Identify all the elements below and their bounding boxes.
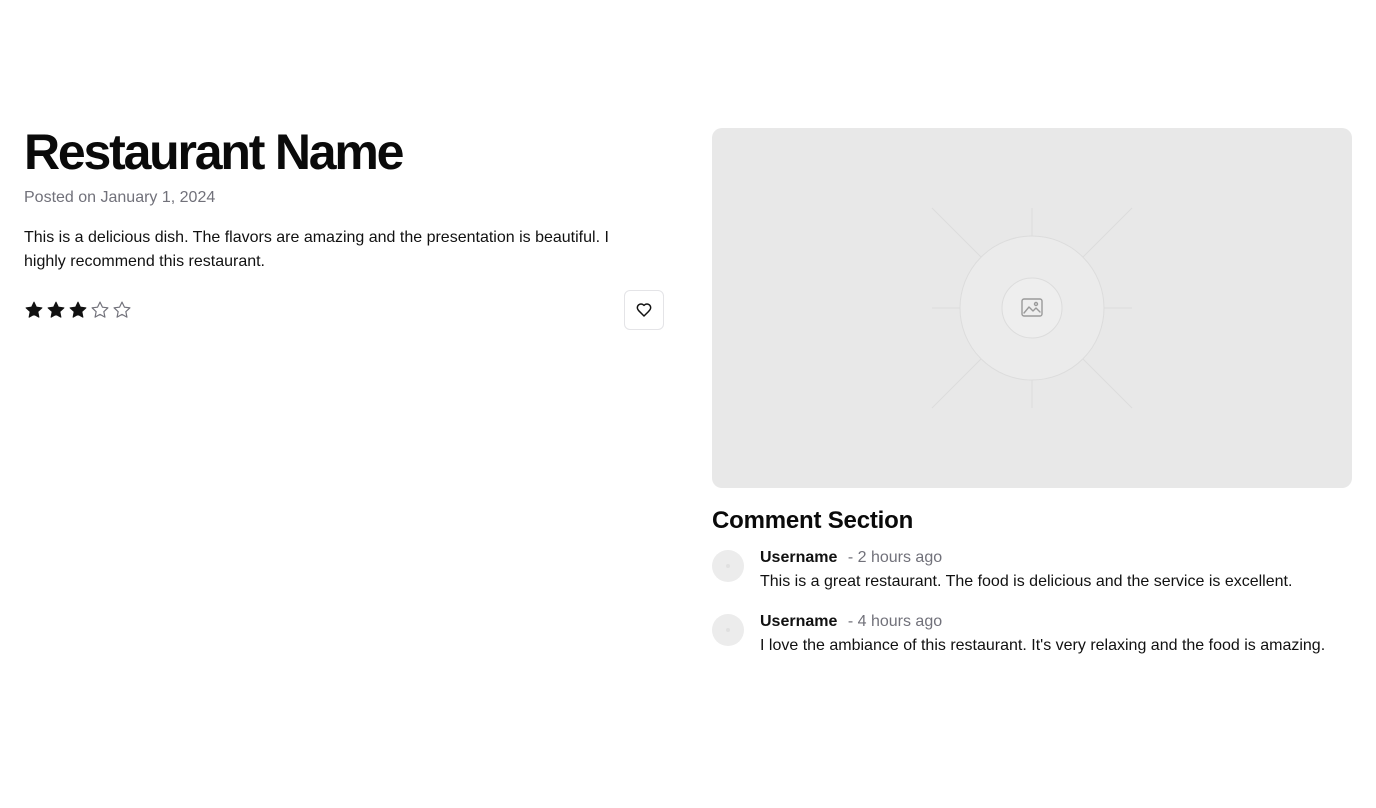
page-title: Restaurant Name xyxy=(24,124,404,180)
comment-time: - 2 hours ago xyxy=(847,549,943,566)
avatar xyxy=(712,550,744,582)
image-placeholder-graphic xyxy=(931,207,1133,409)
star-empty-icon[interactable] xyxy=(112,300,132,320)
post-description: This is a delicious dish. The flavors ar… xyxy=(24,229,609,270)
comment-username[interactable]: Username xyxy=(760,613,837,630)
star-empty-icon[interactable] xyxy=(90,300,110,320)
restaurant-image-placeholder xyxy=(712,128,1352,488)
star-rating[interactable] xyxy=(24,300,132,320)
comment-section-title: Comment Section xyxy=(712,507,914,534)
comment-text: I love the ambiance of this restaurant. … xyxy=(760,637,1326,654)
comment-username[interactable]: Username xyxy=(760,549,837,566)
comment-time: - 4 hours ago xyxy=(847,613,943,630)
post-details: Restaurant Name Posted on January 1, 202… xyxy=(24,124,664,330)
page: Restaurant Name Posted on January 1, 202… xyxy=(0,0,1376,808)
star-filled-icon[interactable] xyxy=(24,300,44,320)
rating-row xyxy=(24,290,664,330)
posted-date: Posted on January 1, 2024 xyxy=(24,189,216,206)
star-filled-icon[interactable] xyxy=(68,300,88,320)
comment-text: This is a great restaurant. The food is … xyxy=(760,573,1293,590)
heart-icon xyxy=(636,303,652,317)
comment-item: Username - 4 hours ago I love the ambian… xyxy=(712,610,1352,658)
comment-item: Username - 2 hours ago This is a great r… xyxy=(712,546,1352,594)
star-filled-icon[interactable] xyxy=(46,300,66,320)
avatar xyxy=(712,614,744,646)
media-and-comments: Comment Section Username - 2 hours ago T… xyxy=(712,128,1352,658)
favorite-button[interactable] xyxy=(624,290,664,330)
